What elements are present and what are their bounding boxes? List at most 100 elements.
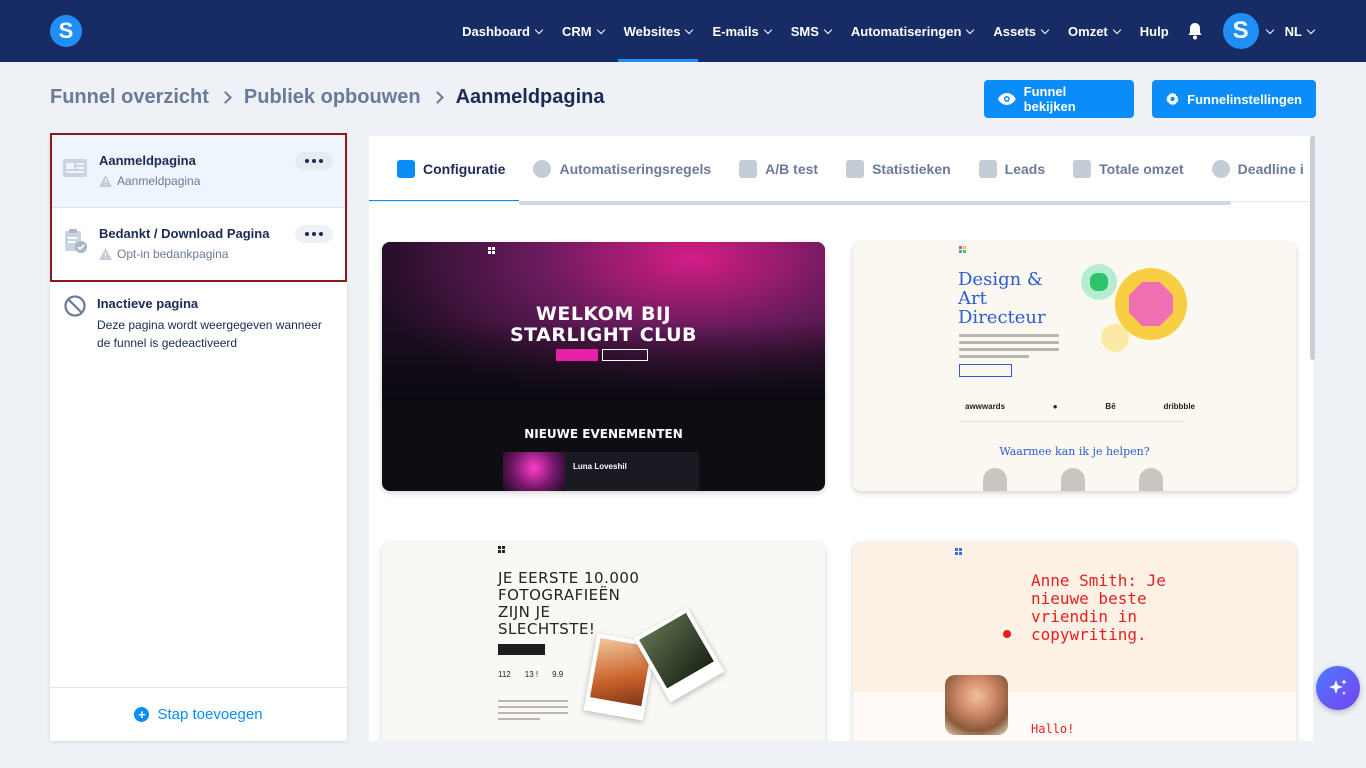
funnel-settings-label: Funnelinstellingen: [1187, 91, 1302, 107]
step-more-options-button[interactable]: [295, 152, 333, 170]
chevron-down-icon: [823, 25, 833, 34]
template-headline: WELKOM BIJ STARLIGHT CLUB: [382, 304, 825, 346]
step-subtitle: Opt-in bedankpagina: [99, 247, 228, 261]
tabs-scrollbar[interactable]: [519, 201, 1231, 205]
nav-item-label: Assets: [993, 23, 1037, 39]
template-logo-icon: [955, 548, 962, 555]
template-section: [853, 692, 1296, 741]
template-greeting: Hallo!: [1031, 722, 1075, 736]
template-logo-icon: [488, 247, 495, 254]
nav-item-label: Hulp: [1139, 23, 1169, 39]
view-funnel-label: Funnel bekijken: [1023, 84, 1076, 114]
nav-item-dashboard[interactable]: Dashboard: [452, 0, 552, 62]
gear-icon: [1166, 92, 1180, 106]
nav-item-assets[interactable]: Assets: [983, 0, 1058, 62]
chevron-down-icon[interactable]: [1265, 25, 1274, 34]
clipboard-check-icon: [65, 229, 87, 253]
warning-icon: [99, 175, 112, 187]
chevron-down-icon: [763, 25, 772, 34]
chevron-right-icon: [430, 91, 444, 104]
step-type-label: Aanmeldpagina: [117, 174, 201, 188]
user-avatar[interactable]: S: [1222, 13, 1259, 49]
clock-icon: [1211, 159, 1230, 178]
breadcrumb-funnel[interactable]: Publiek opbouwen: [244, 86, 421, 109]
ban-icon: [64, 295, 86, 317]
plus-circle-icon: +: [134, 707, 150, 722]
template-card-copywriting[interactable]: Anne Smith: Je nieuwe beste vriendin in cop…: [853, 542, 1296, 741]
sparkles-icon: [1329, 679, 1347, 695]
ai-assistant-button[interactable]: [1316, 666, 1360, 710]
step-more-options-button[interactable]: [295, 225, 333, 243]
nav-item-emails[interactable]: E-mails: [702, 0, 780, 62]
template-logo-text: Bē: [1105, 402, 1116, 411]
template-card-photography[interactable]: JE EERSTE 10.000 FOTOGRAFIEËN ZIJN JE SLECH…: [382, 542, 825, 741]
headline-line: Directeur: [958, 307, 1046, 328]
inactive-page-item[interactable]: Inactieve pagina Deze pagina wordt weerg…: [50, 293, 347, 352]
tab-label: Statistieken: [872, 160, 951, 177]
panel-scrollbar[interactable]: [1310, 136, 1315, 360]
headline-line: SLECHTSTE!: [498, 620, 596, 638]
tab-totale-omzet[interactable]: Totale omzet: [1059, 136, 1198, 201]
funnel-steps-sidebar: Aanmeldpagina Aanmeldpagina Bedankt / Do…: [50, 133, 347, 741]
template-logos: awwwards ● Bē dribbble: [965, 402, 1195, 411]
funnel-settings-button[interactable]: Funnelinstellingen: [1152, 80, 1316, 118]
funnel-step-signup[interactable]: Aanmeldpagina Aanmeldpagina: [50, 135, 347, 208]
view-funnel-button[interactable]: Funnel bekijken: [984, 80, 1134, 118]
language-selector[interactable]: NL: [1281, 0, 1318, 62]
headline-line: vriendin in: [1031, 607, 1137, 626]
eye-icon: [998, 93, 1016, 105]
template-section-title: NIEUWE EVENEMENTEN: [524, 427, 683, 441]
template-decoration: [1101, 324, 1129, 352]
add-step-button[interactable]: + Stap toevoegen: [50, 687, 347, 741]
headline-line: Design &: [958, 269, 1043, 290]
template-stat: 112: [498, 670, 511, 679]
step-type-label: Opt-in bedankpagina: [117, 247, 229, 261]
nav-item-label: Dashboard: [462, 23, 530, 39]
bell-icon[interactable]: [1187, 22, 1203, 40]
chevron-down-icon: [596, 25, 605, 34]
breadcrumb-current-page: Aanmeldpagina: [455, 86, 605, 108]
template-stat: 13 !: [524, 670, 539, 679]
chevron-right-icon: [219, 91, 232, 104]
tab-label: A/B test: [765, 160, 819, 177]
headline-line: copywriting.: [1031, 625, 1147, 644]
breadcrumb-funnel-overview[interactable]: Funnel overzicht: [50, 86, 209, 109]
app-logo[interactable]: S: [50, 15, 82, 47]
template-logo-text: dribbble: [1163, 402, 1195, 411]
tab-deadline[interactable]: Deadline i: [1198, 136, 1313, 201]
breadcrumb: Funnel overzicht Publiek opbouwen Aanmel…: [50, 86, 605, 109]
template-logo-text: awwwards: [965, 402, 1006, 411]
nav-item-sms[interactable]: SMS: [781, 0, 841, 62]
nav-item-omzet[interactable]: Omzet: [1058, 0, 1130, 62]
step-config-panel: Configuratie Automatiseringsregels A/B t…: [369, 136, 1313, 741]
nav-item-hulp[interactable]: Hulp: [1130, 0, 1179, 62]
tab-configuratie[interactable]: Configuratie: [369, 136, 520, 201]
tab-ab-test[interactable]: A/B test: [725, 136, 832, 201]
template-button-shape: [602, 349, 648, 361]
template-card-design[interactable]: Design & Art Directeur awwwards ● Bē dribb…: [853, 242, 1296, 491]
inactive-page-title: Inactieve pagina: [97, 296, 199, 311]
nav-item-crm[interactable]: CRM: [552, 0, 614, 62]
template-avatars: [983, 468, 1163, 491]
tab-automatiseringsregels[interactable]: Automatiseringsregels: [519, 136, 725, 201]
nav-item-automatiseringen[interactable]: Automatiseringen: [841, 0, 984, 62]
headline-line: WELKOM BIJ: [535, 303, 672, 325]
template-button-shape: [556, 349, 598, 361]
template-logo-icon: [498, 546, 505, 553]
nav-item-websites[interactable]: Websites: [614, 0, 703, 62]
nav-menu: Dashboard CRM Websites E-mails SMS Autom…: [452, 0, 1318, 62]
headline-line: JE EERSTE 10.000: [498, 569, 640, 587]
template-card-starlight[interactable]: WELKOM BIJ STARLIGHT CLUB NIEUWE EVENEMEN…: [382, 242, 825, 491]
template-decoration: [1081, 264, 1117, 300]
template-button-shape: [959, 364, 1012, 377]
tab-label: Leads: [1004, 160, 1046, 177]
template-stats: 112 13 ! 9.9: [498, 670, 563, 679]
funnel-step-thank-you[interactable]: Bedankt / Download Pagina Opt-in bedankp…: [50, 208, 347, 281]
tab-statistieken[interactable]: Statistieken: [832, 136, 965, 201]
template-stat: 9.9: [552, 670, 564, 679]
tab-leads[interactable]: Leads: [965, 136, 1059, 201]
dollar-icon: [1073, 159, 1092, 178]
users-icon: [978, 159, 997, 178]
warning-icon: [99, 248, 112, 260]
template-button-shape: [498, 644, 545, 655]
